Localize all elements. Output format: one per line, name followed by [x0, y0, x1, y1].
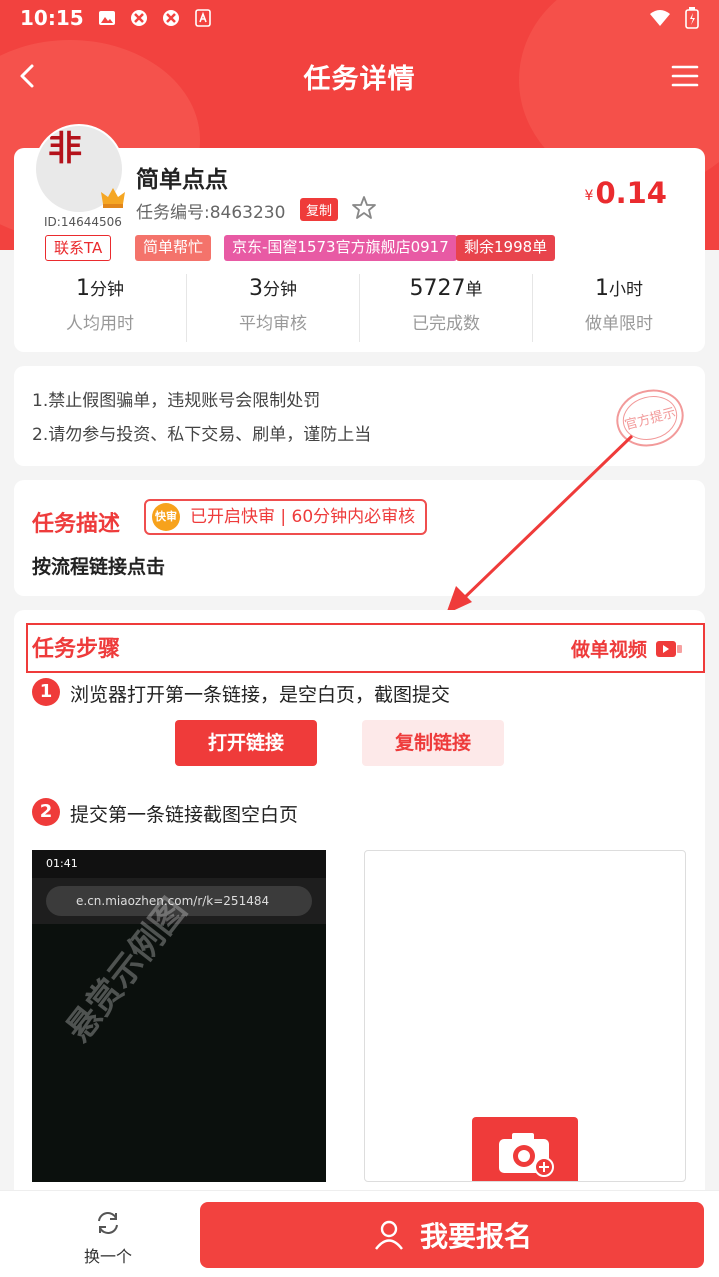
camera-button[interactable]	[472, 1117, 578, 1181]
annotation-arrow-icon	[446, 434, 634, 614]
switch-task-button[interactable]: 换一个	[70, 1209, 146, 1267]
signup-label: 我要报名	[419, 1220, 532, 1253]
steps-card: 任务步骤 做单视频 1 浏览器打开第一条链接，是空白页，截图提交 打开链接 复制…	[14, 610, 705, 1210]
switch-task-label: 换一个	[83, 1247, 132, 1266]
signup-button[interactable]: 我要报名	[200, 1202, 704, 1268]
sample-time: 01:41	[46, 857, 78, 870]
step-number: 2	[32, 798, 60, 826]
copy-link-button[interactable]: 复制链接	[362, 720, 504, 766]
upload-screenshot-box[interactable]	[364, 850, 686, 1182]
video-icon	[656, 640, 682, 657]
open-link-button[interactable]: 打开链接	[175, 720, 317, 766]
camera-add-icon	[499, 1133, 554, 1177]
steps-header: 任务步骤 做单视频	[26, 623, 705, 673]
sample-status-bar: 01:41	[32, 850, 326, 878]
steps-title: 任务步骤	[32, 637, 121, 662]
refresh-icon	[98, 1212, 118, 1234]
bottom-action-bar: 换一个 我要报名	[0, 1190, 719, 1277]
sample-blank-page	[32, 924, 326, 1182]
video-guide-link[interactable]: 做单视频	[571, 635, 683, 662]
sample-screenshot[interactable]: 01:41 e.cn.miaozhen.com/r/k=251484 悬赏示例图	[32, 850, 326, 1182]
step-text: 浏览器打开第一条链接，是空白页，截图提交	[70, 684, 451, 706]
step-text: 提交第一条链接截图空白页	[70, 804, 299, 826]
step-number: 1	[32, 678, 60, 706]
video-guide-label: 做单视频	[570, 639, 647, 661]
user-icon	[375, 1220, 403, 1250]
